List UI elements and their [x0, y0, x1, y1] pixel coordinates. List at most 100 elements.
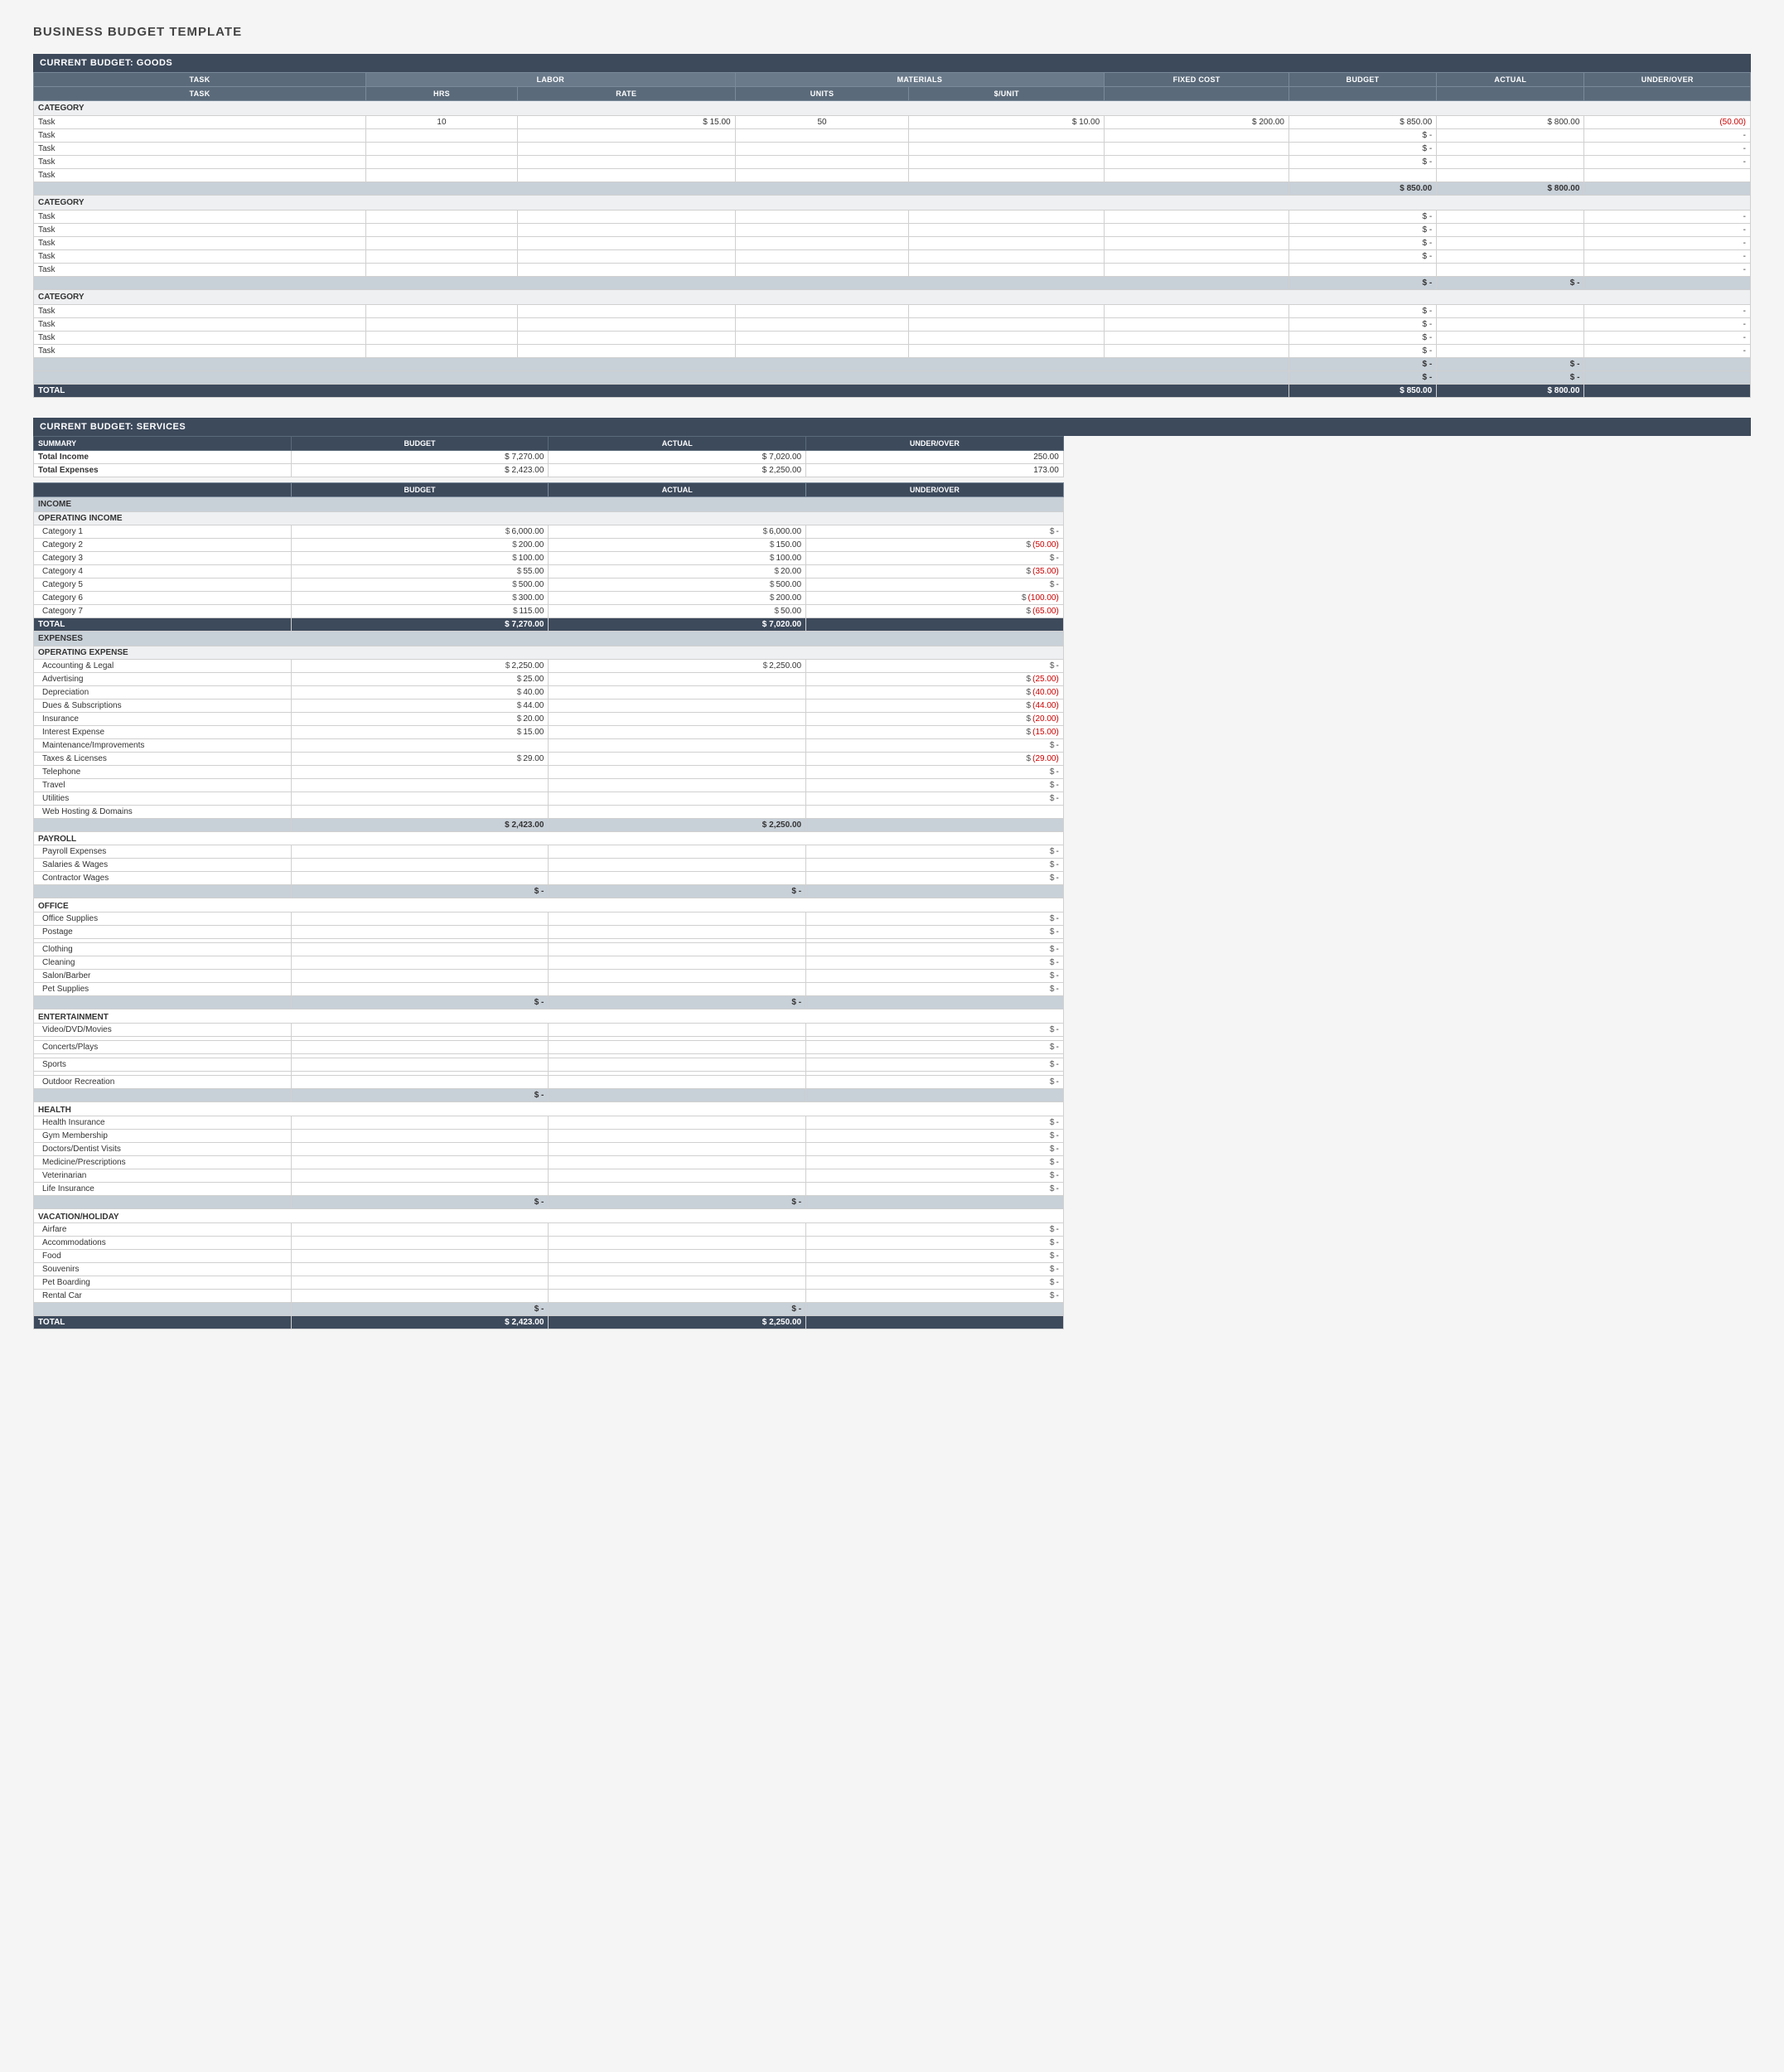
services-data-row: Cleaning $- — [34, 956, 1064, 970]
col-budget-sub — [1288, 87, 1436, 101]
payroll-label-row: PAYROLL — [34, 832, 1064, 845]
entertainment-row: Concerts/Plays $- — [34, 1041, 1064, 1054]
services-income-row: Category 7 $115.00 $50.00 $(65.00) — [34, 605, 1064, 618]
col-hrs: HRS — [366, 87, 518, 101]
col-actual: ACTUAL — [1437, 73, 1584, 87]
services-data-row: Insurance $20.00 $(20.00) — [34, 713, 1064, 726]
services-income-row: Category 3 $100.00 $100.00 $- — [34, 552, 1064, 565]
summary-budget-col: BUDGET — [291, 437, 549, 451]
goods-table: TASK LABOR MATERIALS FIXED COST BUDGET A… — [33, 72, 1751, 398]
col-sunit: $/UNIT — [909, 87, 1105, 101]
services-data-row: Accommodations $- — [34, 1237, 1064, 1250]
services-data-row: Dues & Subscriptions $44.00 $(44.00) — [34, 700, 1064, 713]
vacation-label-row: VACATION/HOLIDAY — [34, 1209, 1064, 1223]
services-data-row: Depreciation $40.00 $(40.00) — [34, 686, 1064, 700]
entertainment-row: Outdoor Recreation $- — [34, 1076, 1064, 1089]
goods-task-row: Task $ - - — [34, 250, 1751, 264]
services-section-label: EXPENSES — [34, 632, 1064, 646]
goods-task-row: Task $ - - — [34, 143, 1751, 156]
services-subtotal-row: $ - $ - — [34, 996, 1064, 1009]
col-under-over-sub — [1584, 87, 1751, 101]
services-total-row: TOTAL $ 2,423.00 $ 2,250.00 — [34, 1316, 1064, 1329]
goods-task-row: Task $ - - — [34, 224, 1751, 237]
summary-label-col: SUMMARY — [34, 437, 292, 451]
services-income-row: Category 6 $300.00 $200.00 $(100.00) — [34, 592, 1064, 605]
services-data-row: Clothing $- — [34, 943, 1064, 956]
summary-row: Total Expenses $ 2,423.00 $ 2,250.00 173… — [34, 464, 1064, 477]
services-data-row: Souvenirs $- — [34, 1263, 1064, 1276]
col-budget: BUDGET — [1288, 73, 1436, 87]
services-section: CURRENT BUDGET: SERVICES SUMMARY BUDGET … — [33, 418, 1751, 1329]
services-data-row: Postage $- — [34, 926, 1064, 939]
services-main-table: BUDGET ACTUAL UNDER/OVER INCOMEOPERATING… — [33, 482, 1064, 1329]
goods-task-row: Task $ - - — [34, 305, 1751, 318]
col-fixed-cost-sub — [1105, 87, 1289, 101]
goods-task-row: Task $ - - — [34, 129, 1751, 143]
services-data-row: Travel $- — [34, 779, 1064, 792]
svc-col-budget: BUDGET — [291, 483, 549, 497]
goods-subtotal-row: $ 850.00 $ 800.00 — [34, 182, 1751, 196]
entertainment-row: Sports $- — [34, 1058, 1064, 1072]
office-label-row: OFFICE — [34, 898, 1064, 913]
services-data-row: Accounting & Legal $2,250.00 $2,250.00 $… — [34, 660, 1064, 673]
services-data-row: Veterinarian $- — [34, 1169, 1064, 1183]
services-data-row: Gym Membership $- — [34, 1130, 1064, 1143]
services-data-row: Web Hosting & Domains — [34, 806, 1064, 819]
goods-category-row: CATEGORY — [34, 290, 1751, 305]
services-data-row: Salaries & Wages $- — [34, 859, 1064, 872]
col-materials: MATERIALS — [735, 73, 1105, 87]
goods-task-row: Task - — [34, 264, 1751, 277]
col-actual-sub — [1437, 87, 1584, 101]
services-income-row: Category 2 $200.00 $150.00 $(50.00) — [34, 539, 1064, 552]
goods-task-row: Task $ - - — [34, 318, 1751, 332]
services-header: CURRENT BUDGET: SERVICES — [33, 418, 1751, 436]
goods-task-row: Task $ - - — [34, 332, 1751, 345]
services-data-row: Taxes & Licenses $29.00 $(29.00) — [34, 753, 1064, 766]
summary-table: SUMMARY BUDGET ACTUAL UNDER/OVER Total I… — [33, 436, 1064, 477]
svc-col-category — [34, 483, 292, 497]
goods-total-row: TOTAL $ 850.00 $ 800.00 — [34, 385, 1751, 398]
summary-row: Total Income $ 7,270.00 $ 7,020.00 250.0… — [34, 451, 1064, 464]
goods-task-row: Task — [34, 169, 1751, 182]
services-income-row: Category 4 $55.00 $20.00 $(35.00) — [34, 565, 1064, 579]
col-labor: LABOR — [366, 73, 736, 87]
goods-section: CURRENT BUDGET: GOODS TASK LABOR MATERIA… — [33, 54, 1751, 398]
goods-empty-subtotal: $ -$ - — [34, 371, 1751, 385]
services-data-row: Life Insurance $- — [34, 1183, 1064, 1196]
goods-subtotal-row: $ - $ - — [34, 358, 1751, 371]
services-subsection-label: OPERATING EXPENSE — [34, 646, 1064, 660]
goods-subtotal-row: $ - $ - — [34, 277, 1751, 290]
svc-col-actual: ACTUAL — [549, 483, 806, 497]
goods-task-row: Task $ - - — [34, 211, 1751, 224]
services-data-row: Pet Supplies $- — [34, 983, 1064, 996]
goods-task-row: Task $ - - — [34, 237, 1751, 250]
services-subtotal-row: $ - — [34, 1089, 1064, 1102]
col-fixed-cost: FIXED COST — [1105, 73, 1289, 87]
health-label-row: HEALTH — [34, 1102, 1064, 1116]
services-data-row: Interest Expense $15.00 $(15.00) — [34, 726, 1064, 739]
services-data-row: Health Insurance $- — [34, 1116, 1064, 1130]
services-income-row: Category 1 $6,000.00 $6,000.00 $- — [34, 525, 1064, 539]
summary-underover-col: UNDER/OVER — [806, 437, 1064, 451]
col-task: TASK — [34, 73, 366, 87]
summary-actual-col: ACTUAL — [549, 437, 806, 451]
entertainment-label-row: ENTERTAINMENT — [34, 1009, 1064, 1024]
services-data-row: Food $- — [34, 1250, 1064, 1263]
goods-category-row: CATEGORY — [34, 196, 1751, 211]
services-total-row: TOTAL $ 7,270.00 $ 7,020.00 — [34, 618, 1064, 632]
services-data-row: Contractor Wages $- — [34, 872, 1064, 885]
svc-col-underover: UNDER/OVER — [806, 483, 1064, 497]
goods-task-row: Task 10 $ 15.00 50 $ 10.00 $ 200.00 $ 85… — [34, 116, 1751, 129]
services-data-row: Doctors/Dentist Visits $- — [34, 1143, 1064, 1156]
services-data-row: Telephone $- — [34, 766, 1064, 779]
services-data-row: Advertising $25.00 $(25.00) — [34, 673, 1064, 686]
goods-header: CURRENT BUDGET: GOODS — [33, 54, 1751, 72]
services-subtotal-row: $ - $ - — [34, 885, 1064, 898]
services-income-row: Category 5 $500.00 $500.00 $- — [34, 579, 1064, 592]
services-data-row: Office Supplies $- — [34, 913, 1064, 926]
services-subtotal-row: $ - $ - — [34, 1196, 1064, 1209]
page-title: BUSINESS BUDGET TEMPLATE — [33, 25, 1751, 39]
goods-task-row: Task $ - - — [34, 156, 1751, 169]
services-data-row: Medicine/Prescriptions $- — [34, 1156, 1064, 1169]
services-data-row: Utilities $- — [34, 792, 1064, 806]
